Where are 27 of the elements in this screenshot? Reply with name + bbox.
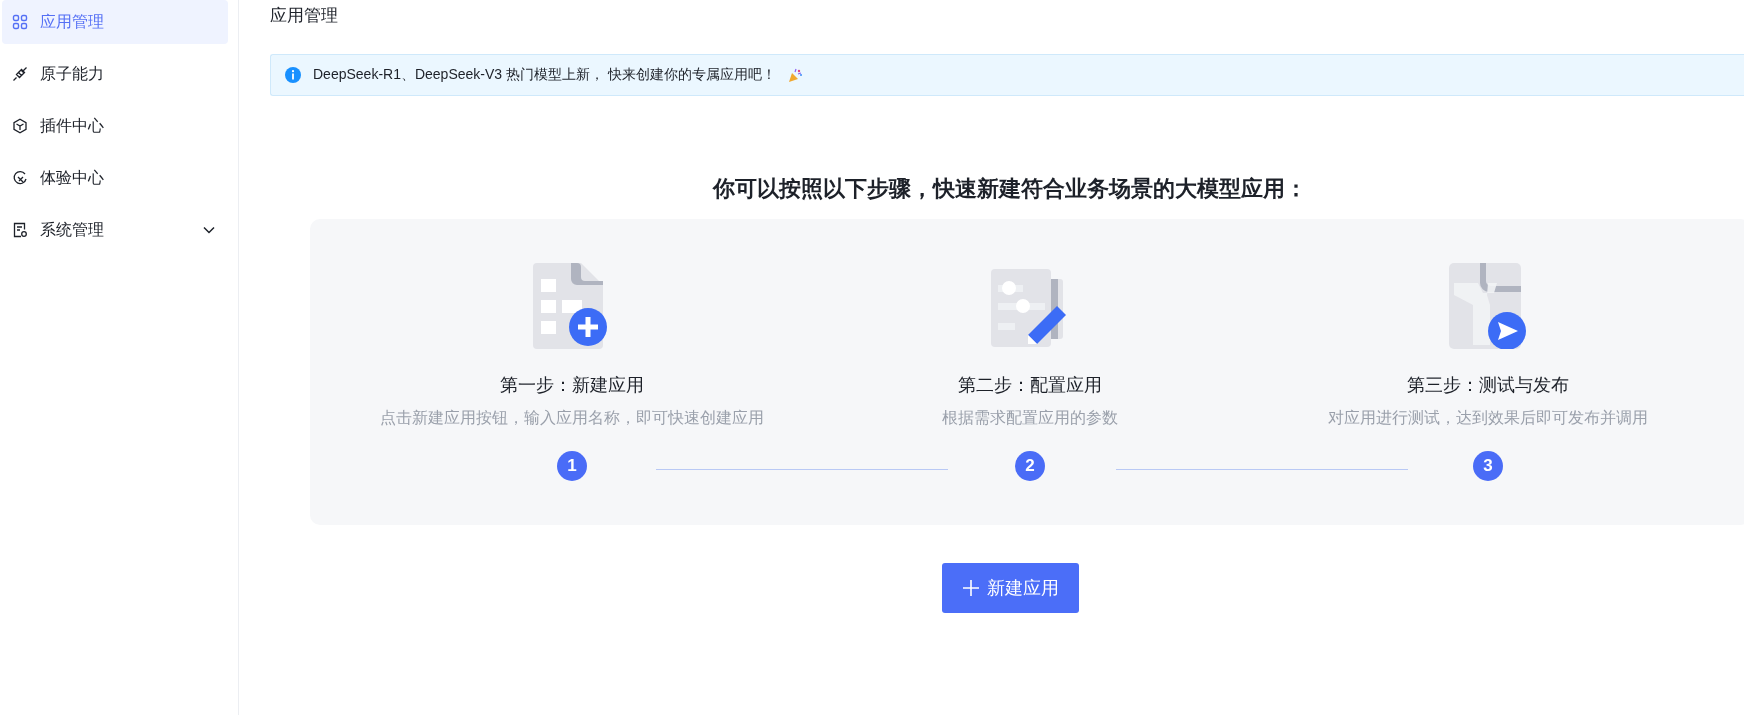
- step-title: 第三步：测试与发布: [1407, 374, 1569, 397]
- step-number: 2: [1015, 451, 1045, 481]
- document-send-icon: [1449, 263, 1527, 349]
- step-description: 对应用进行测试，达到效果后即可发布并调用: [1328, 408, 1648, 428]
- plug-icon: [12, 66, 28, 82]
- sidebar-item[interactable]: 应用管理: [2, 0, 228, 44]
- notice-text: DeepSeek-R1、DeepSeek-V3 热门模型上新， 快来创建你的专属应用吧！: [313, 66, 776, 84]
- step-title: 第二步：配置应用: [958, 374, 1102, 397]
- step-number: 3: [1473, 451, 1503, 481]
- settings-document-icon: [12, 222, 28, 238]
- step-description: 点击新建应用按钮，输入应用名称，即可快速创建应用: [380, 408, 764, 428]
- cube-icon: [12, 118, 28, 134]
- create-app-button[interactable]: 新建应用: [941, 563, 1079, 613]
- sidebar-item[interactable]: 体验中心: [2, 156, 228, 200]
- sidebar-item[interactable]: 系统管理: [2, 208, 228, 252]
- step-description: 根据需求配置应用的参数: [942, 408, 1118, 428]
- plus-icon: [961, 579, 980, 597]
- step-number: 1: [557, 451, 587, 481]
- sidebar-item[interactable]: 原子能力: [2, 52, 228, 96]
- info-icon: [285, 67, 301, 83]
- party-popper-icon: [787, 67, 803, 83]
- sidebar-item[interactable]: 插件中心: [2, 104, 228, 148]
- orbit-icon: [12, 170, 28, 186]
- step-title: 第一步：新建应用: [500, 374, 644, 397]
- page-title: 应用管理: [270, 6, 339, 26]
- grid-icon: [12, 14, 28, 30]
- guide-heading: 你可以按照以下步骤，快速新建符合业务场景的大模型应用：: [711, 175, 1308, 203]
